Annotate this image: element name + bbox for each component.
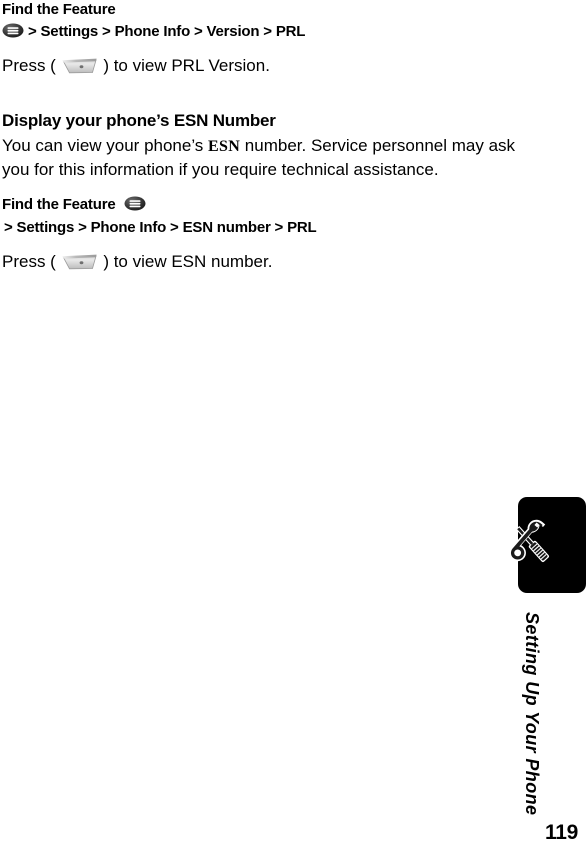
- breadcrumb-1: > Settings > Phone Info > Version > PRL: [0, 22, 520, 42]
- menu-oval-icon: [2, 23, 24, 38]
- press-instruction-1: Press () to view PRL Version.: [0, 54, 520, 77]
- breadcrumb-text-2: > Settings > Phone Info > ESN number > P…: [4, 219, 317, 236]
- press-prefix-2: Press (: [2, 252, 56, 271]
- body-text-before-esn: You can view your phone’s: [2, 136, 209, 155]
- wrench-screwdriver-icon: [500, 513, 566, 579]
- section-prl-version: Find the Feature > Settings > Phone Info…: [0, 0, 520, 77]
- breadcrumb-text-1: > Settings > Phone Info > Version > PRL: [27, 23, 306, 40]
- press-prefix-1: Press (: [2, 56, 56, 75]
- softkey-button-icon: [61, 56, 99, 75]
- document-page: Find the Feature > Settings > Phone Info…: [0, 0, 586, 851]
- press-suffix-2: ) to view ESN number.: [103, 252, 273, 271]
- press-instruction-2: Press () to view ESN number.: [0, 250, 520, 273]
- find-the-feature-heading-1: Find the Feature: [2, 1, 116, 18]
- chapter-tab-label: Setting Up Your Phone: [522, 612, 542, 816]
- esn-abbreviation: ESN: [208, 138, 241, 155]
- menu-oval-icon: [124, 196, 146, 211]
- softkey-button-icon: [61, 252, 99, 271]
- section-body-esn: You can view your phone’s ESN number. Se…: [0, 134, 520, 181]
- chapter-tab-label-wrap: Setting Up Your Phone: [0, 612, 586, 815]
- find-the-feature-label-2: Find the Feature: [2, 196, 116, 213]
- find-the-feature-heading-2: Find the Feature: [0, 195, 520, 214]
- page-number: 119: [545, 821, 578, 844]
- section-title-esn: Display your phone’s ESN Number: [2, 111, 276, 130]
- section-esn-number: Display your phone’s ESN Number You can …: [0, 110, 520, 273]
- press-suffix-1: ) to view PRL Version.: [103, 56, 270, 75]
